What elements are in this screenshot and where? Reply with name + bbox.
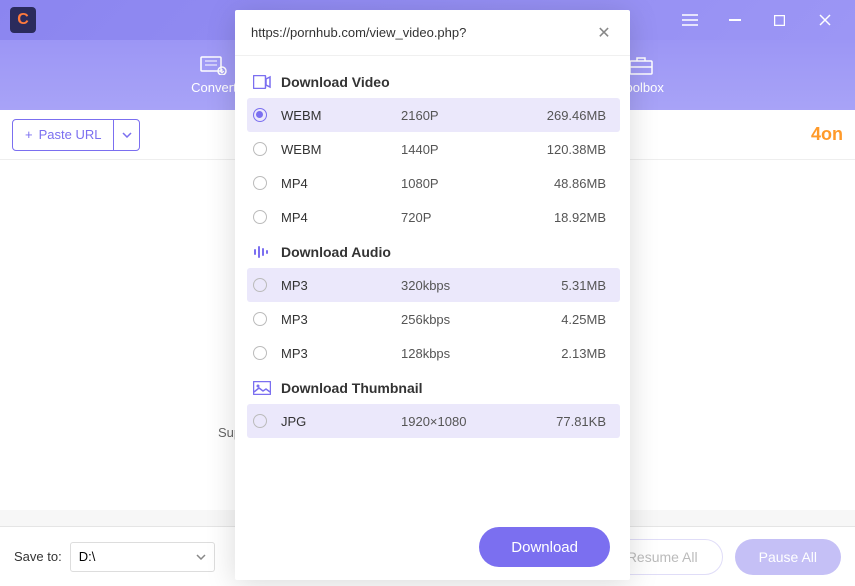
video-section-header: Download Video (247, 64, 630, 98)
close-icon: ✕ (597, 23, 610, 43)
save-path-value: D:\ (79, 549, 96, 564)
window-controls (667, 6, 847, 34)
pause-label: Pause All (759, 549, 817, 565)
option-quality: 320kbps (401, 278, 521, 293)
radio-button[interactable] (253, 346, 267, 360)
video-option-row[interactable]: WEBM2160P269.46MB (247, 98, 620, 132)
audio-option-row[interactable]: MP3128kbps2.13MB (247, 336, 620, 370)
option-size: 5.31MB (521, 278, 606, 293)
option-quality: 1920×1080 (401, 414, 521, 429)
modal-footer: Download (235, 514, 630, 580)
option-format: MP4 (281, 176, 401, 191)
option-format: MP4 (281, 210, 401, 225)
paste-url-dropdown[interactable] (113, 120, 139, 150)
modal-close-button[interactable]: ✕ (594, 23, 614, 43)
option-size: 120.38MB (521, 142, 606, 157)
radio-button[interactable] (253, 278, 267, 292)
option-format: MP3 (281, 346, 401, 361)
pause-all-button[interactable]: Pause All (735, 539, 841, 575)
convert-icon (200, 55, 228, 75)
radio-button[interactable] (253, 108, 267, 122)
toolbar-right: 4on (811, 124, 843, 145)
radio-button[interactable] (253, 142, 267, 156)
close-button[interactable] (802, 6, 847, 34)
option-quality: 1440P (401, 142, 521, 157)
option-size: 77.81KB (521, 414, 606, 429)
option-format: WEBM (281, 108, 401, 123)
minimize-button[interactable] (712, 6, 757, 34)
app-logo: C (10, 7, 36, 33)
image-icon (253, 381, 271, 395)
paste-url-button: + Paste URL (12, 119, 140, 151)
save-path-select[interactable]: D:\ (70, 542, 215, 572)
option-quality: 256kbps (401, 312, 521, 327)
thumbnail-section-title: Download Thumbnail (281, 380, 423, 396)
radio-button[interactable] (253, 312, 267, 326)
audio-option-row[interactable]: MP3320kbps5.31MB (247, 268, 620, 302)
bottom-actions: Resume All Pause All (602, 539, 841, 575)
video-option-row[interactable]: MP41080P48.86MB (247, 166, 620, 200)
download-label: Download (511, 539, 578, 556)
video-icon (253, 75, 271, 89)
video-option-row[interactable]: MP4720P18.92MB (247, 200, 620, 234)
resume-label: Resume All (627, 549, 698, 565)
chevron-down-icon (122, 132, 132, 138)
thumbnail-option-row[interactable]: JPG1920×108077.81KB (247, 404, 620, 438)
audio-section-header: Download Audio (247, 234, 630, 268)
option-size: 269.46MB (521, 108, 606, 123)
toolbox-icon (627, 55, 655, 75)
option-format: JPG (281, 414, 401, 429)
modal-url: https://pornhub.com/view_video.php? (251, 25, 594, 40)
audio-option-row[interactable]: MP3256kbps4.25MB (247, 302, 620, 336)
option-size: 48.86MB (521, 176, 606, 191)
option-format: MP3 (281, 278, 401, 293)
download-button[interactable]: Download (479, 527, 610, 567)
option-format: MP3 (281, 312, 401, 327)
maximize-button[interactable] (757, 6, 802, 34)
plus-icon: + (25, 127, 33, 142)
audio-section-title: Download Audio (281, 244, 391, 260)
option-quality: 1080P (401, 176, 521, 191)
audio-icon (253, 245, 271, 259)
option-quality: 720P (401, 210, 521, 225)
option-size: 18.92MB (521, 210, 606, 225)
option-size: 4.25MB (521, 312, 606, 327)
nav-convert[interactable]: Convert (191, 55, 237, 95)
brand-badge: 4on (811, 124, 843, 145)
modal-body[interactable]: Download Video WEBM2160P269.46MBWEBM1440… (235, 56, 630, 514)
logo-letter: C (17, 11, 29, 29)
option-quality: 2160P (401, 108, 521, 123)
radio-button[interactable] (253, 176, 267, 190)
save-to-label: Save to: (14, 549, 62, 564)
option-quality: 128kbps (401, 346, 521, 361)
menu-icon[interactable] (667, 6, 712, 34)
option-size: 2.13MB (521, 346, 606, 361)
option-format: WEBM (281, 142, 401, 157)
radio-button[interactable] (253, 210, 267, 224)
thumbnail-section-header: Download Thumbnail (247, 370, 630, 404)
chevron-down-icon (196, 554, 206, 560)
paste-url-main[interactable]: + Paste URL (13, 127, 113, 142)
radio-button[interactable] (253, 414, 267, 428)
video-option-row[interactable]: WEBM1440P120.38MB (247, 132, 620, 166)
paste-url-label: Paste URL (39, 127, 102, 142)
video-section-title: Download Video (281, 74, 390, 90)
modal-header: https://pornhub.com/view_video.php? ✕ (235, 10, 630, 56)
nav-convert-label: Convert (191, 80, 237, 95)
download-modal: https://pornhub.com/view_video.php? ✕ Do… (235, 10, 630, 580)
